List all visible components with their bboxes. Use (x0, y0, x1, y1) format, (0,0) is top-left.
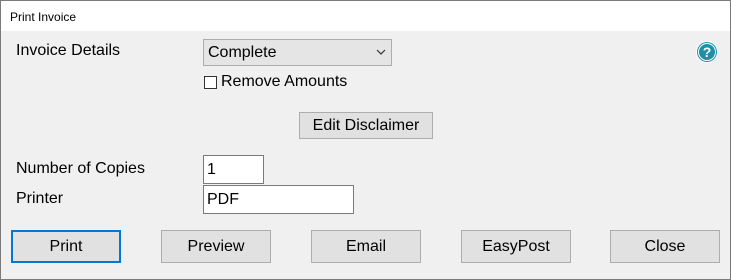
close-button-label: Close (644, 238, 686, 255)
invoice-details-value: Complete (208, 44, 277, 61)
printer-label: Printer (16, 190, 64, 207)
easypost-button-label: EasyPost (482, 238, 550, 255)
invoice-details-label: Invoice Details (16, 42, 121, 59)
remove-amounts-label: Remove Amounts (221, 73, 348, 90)
email-button-label: Email (345, 238, 386, 255)
copies-label: Number of Copies (16, 160, 145, 177)
print-invoice-dialog: Print Invoice Invoice Details Complete R… (0, 0, 731, 280)
printer-input[interactable]: PDF (203, 185, 354, 214)
invoice-details-dropdown[interactable]: Complete (203, 39, 392, 66)
easypost-button[interactable]: EasyPost (461, 230, 571, 263)
window-title: Print Invoice (10, 10, 77, 24)
chevron-down-icon (376, 49, 386, 55)
preview-button-label: Preview (187, 238, 245, 255)
print-button[interactable]: Print (11, 230, 121, 263)
title-bar: Print Invoice (1, 1, 730, 32)
print-button-label: Print (49, 238, 83, 255)
remove-amounts-checkbox[interactable] (204, 76, 217, 89)
email-button[interactable]: Email (311, 230, 421, 263)
copies-input[interactable]: 1 (203, 155, 264, 184)
close-button[interactable]: Close (610, 230, 720, 263)
preview-button[interactable]: Preview (161, 230, 271, 263)
help-glyph: ? (703, 44, 712, 60)
edit-disclaimer-label: Edit Disclaimer (312, 117, 420, 134)
edit-disclaimer-button[interactable]: Edit Disclaimer (299, 112, 433, 139)
help-icon[interactable]: ? (695, 40, 719, 64)
